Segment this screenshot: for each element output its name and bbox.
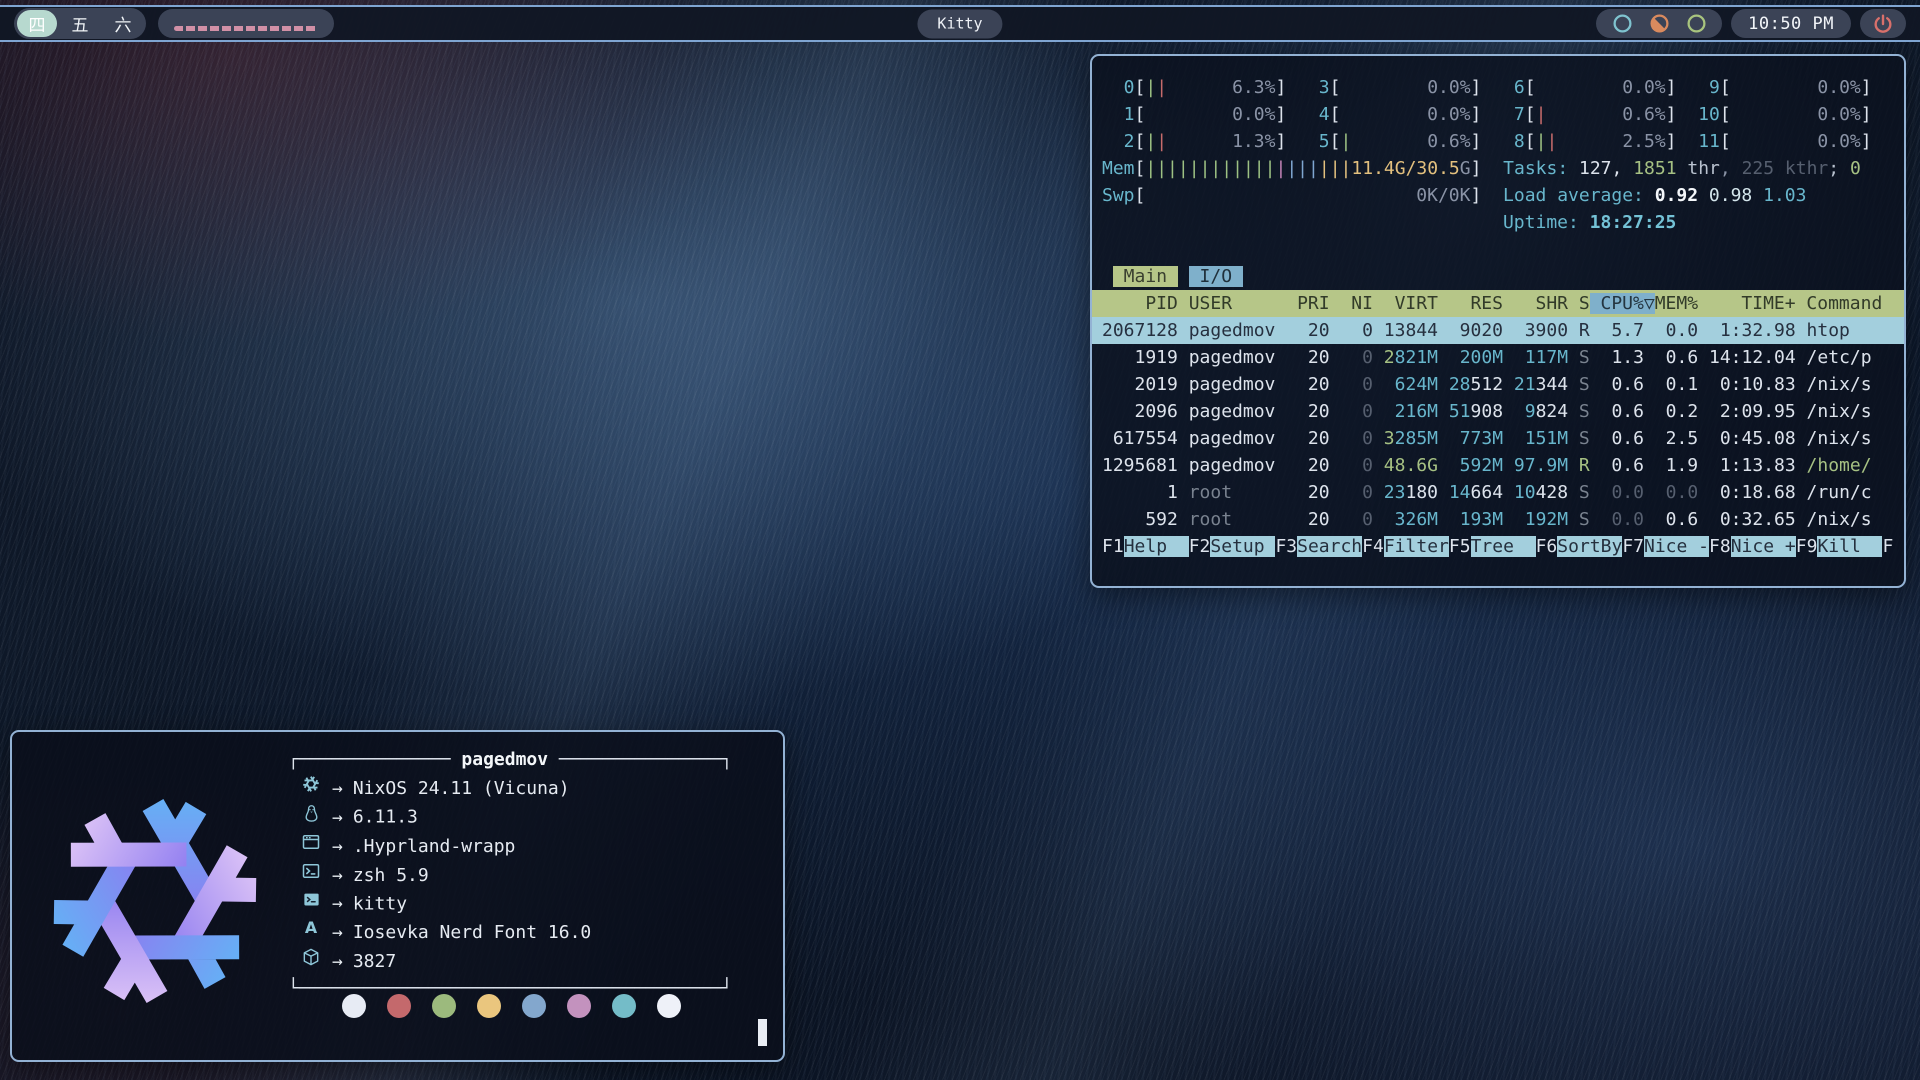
terminal-color-palette [342, 994, 681, 1018]
fkey-label-tree[interactable]: Tree [1471, 536, 1536, 557]
fkey-label-nice[interactable]: Nice - [1644, 536, 1709, 557]
fkey-label-nice[interactable]: Nice + [1731, 536, 1796, 557]
fetch-entry: →3827 [288, 946, 732, 975]
fkey-f9[interactable]: F9 [1796, 536, 1818, 557]
window-icon [298, 831, 324, 853]
tux-icon [298, 802, 324, 824]
process-row[interactable]: 617554 pagedmov 20 0 3285M 773M 151M S 0… [1102, 425, 1894, 452]
fetch-entry-value: Iosevka Nerd Font 16.0 [353, 922, 591, 943]
font-icon: A [298, 917, 324, 939]
htop-tabs: Main I/O [1102, 263, 1894, 290]
fetch-entry-value: zsh 5.9 [353, 865, 429, 886]
green-circle-icon[interactable] [1683, 13, 1709, 35]
process-row[interactable]: 2067128 pagedmov 20 0 13844 9020 3900 R … [1092, 317, 1904, 344]
nix-snowflake-icon [298, 773, 324, 795]
fkey-f5[interactable]: F5 [1449, 536, 1471, 557]
process-row[interactable]: 1919 pagedmov 20 0 2821M 200M 117M S 1.3… [1102, 344, 1894, 371]
terminal-cursor [758, 1019, 767, 1046]
package-icon [298, 946, 324, 968]
fkey-label-help[interactable]: Help [1124, 536, 1189, 557]
process-table-header[interactable]: PID USER PRI NI VIRT RES SHR S CPU%▽MEM%… [1092, 290, 1904, 317]
fastfetch-window[interactable]: ┌────────────── pagedmov ───────────────… [10, 730, 785, 1062]
spacer-row [1102, 236, 1894, 263]
svg-text:A: A [305, 918, 318, 937]
fkey-label-search[interactable]: Search [1297, 536, 1362, 557]
cpu-meter-row: 1[ 0.0%] 4[ 0.0%] 7[| 0.6%] 10[ 0.0%] [1102, 101, 1894, 128]
fetch-entry: →6.11.3 [288, 802, 732, 831]
fkey-f7[interactable]: F7 [1622, 536, 1644, 557]
workspace-switcher: 四 五 六 [14, 8, 146, 39]
fetch-entry-value: 3827 [353, 951, 396, 972]
music-progress-pill[interactable] [158, 9, 334, 38]
fetch-entry-value: 6.11.3 [353, 807, 418, 828]
power-icon [1870, 13, 1896, 35]
fetch-title-line: ┌────────────── pagedmov ───────────────… [288, 746, 732, 773]
terminal-icon [298, 889, 324, 911]
workspace-item-3[interactable]: 六 [103, 10, 143, 37]
active-window-title: Kitty [937, 15, 982, 33]
orange-circle-icon[interactable] [1646, 13, 1672, 35]
bar-right-cluster: 10:50 PM [1596, 9, 1906, 38]
process-row[interactable]: 2019 pagedmov 20 0 624M 28512 21344 S 0.… [1102, 371, 1894, 398]
process-row[interactable]: 1 root 20 0 23180 14664 10428 S 0.0 0.0 … [1102, 479, 1894, 506]
palette-dot-2 [432, 994, 456, 1018]
fkey-f4[interactable]: F4 [1362, 536, 1384, 557]
fetch-entry: →kitty [288, 889, 732, 918]
fetch-entry-value: NixOS 24.11 (Vicuna) [353, 778, 570, 799]
cpu-meter-row: 0[|| 6.3%] 3[ 0.0%] 6[ 0.0%] 9[ 0.0%] [1102, 74, 1894, 101]
palette-dot-4 [522, 994, 546, 1018]
palette-dot-6 [612, 994, 636, 1018]
process-row[interactable]: 2096 pagedmov 20 0 216M 51908 9824 S 0.6… [1102, 398, 1894, 425]
uptime-row: Uptime: 18:27:25 [1102, 209, 1894, 236]
fkey-f3[interactable]: F3 [1275, 536, 1297, 557]
window-title-pill: Kitty [917, 9, 1002, 38]
fastfetch-info-box: ┌────────────── pagedmov ───────────────… [288, 746, 732, 1002]
fetch-entry: →.Hyprland-wrapp [288, 831, 732, 860]
fkey-f6[interactable]: F6 [1536, 536, 1558, 557]
status-icons-pill [1596, 9, 1722, 38]
cpu-meter-row: 2[|| 1.3%] 5[| 0.6%] 8[|| 2.5%] 11[ 0.0%… [1102, 128, 1894, 155]
palette-dot-5 [567, 994, 591, 1018]
fetch-entry: →zsh 5.9 [288, 860, 732, 889]
fkey-f[interactable]: F [1882, 536, 1893, 557]
fetch-entry-value: .Hyprland-wrapp [353, 836, 516, 857]
fkey-label-sortby[interactable]: SortBy [1557, 536, 1622, 557]
nixos-logo [40, 786, 270, 1016]
fkey-f2[interactable]: F2 [1189, 536, 1211, 557]
function-key-bar: F1Help F2Setup F3SearchF4FilterF5Tree F6… [1102, 533, 1894, 560]
memory-meter-row: Mem[|||||||||||||||||||11.4G/30.5G] Task… [1102, 155, 1894, 182]
fetch-entry: →NixOS 24.11 (Vicuna) [288, 773, 732, 802]
fetch-entry-value: kitty [353, 893, 407, 914]
sort-column-cpu[interactable]: CPU%▽ [1590, 293, 1655, 314]
palette-dot-7 [657, 994, 681, 1018]
palette-dot-0 [342, 994, 366, 1018]
swap-meter-row: Swp[ 0K/0K] Load average: 0.92 0.98 1.03 [1102, 182, 1894, 209]
htop-window[interactable]: 0[|| 6.3%] 3[ 0.0%] 6[ 0.0%] 9[ 0.0%] 1[… [1090, 54, 1906, 588]
palette-dot-3 [477, 994, 501, 1018]
fkey-label-setup[interactable]: Setup [1210, 536, 1275, 557]
fkey-f1[interactable]: F1 [1102, 536, 1124, 557]
fkey-f8[interactable]: F8 [1709, 536, 1731, 557]
top-bar: 四 五 六 Kitty 10:50 PM [0, 5, 1920, 42]
fkey-label-filter[interactable]: Filter [1384, 536, 1449, 557]
fkey-label-kill[interactable]: Kill [1817, 536, 1882, 557]
teal-circle-icon[interactable] [1609, 13, 1635, 35]
power-button[interactable] [1860, 9, 1906, 38]
desktop: 四 五 六 Kitty 10:50 PM [0, 0, 1920, 1080]
process-row[interactable]: 592 root 20 0 326M 193M 192M S 0.0 0.6 0… [1102, 506, 1894, 533]
htop-screen: 0[|| 6.3%] 3[ 0.0%] 6[ 0.0%] 9[ 0.0%] 1[… [1092, 56, 1904, 564]
palette-dot-1 [387, 994, 411, 1018]
process-row[interactable]: 1295681 pagedmov 20 0 48.6G 592M 97.9M R… [1102, 452, 1894, 479]
fetch-hostname: pagedmov [461, 749, 548, 770]
tab-main[interactable]: Main [1113, 266, 1178, 287]
workspace-item-2[interactable]: 五 [60, 10, 100, 37]
workspace-item-1[interactable]: 四 [17, 10, 57, 37]
clock: 10:50 PM [1731, 9, 1851, 38]
fetch-entry: A→Iosevka Nerd Font 16.0 [288, 917, 732, 946]
tab-io[interactable]: I/O [1189, 266, 1243, 287]
shell-prompt-icon [298, 860, 324, 882]
